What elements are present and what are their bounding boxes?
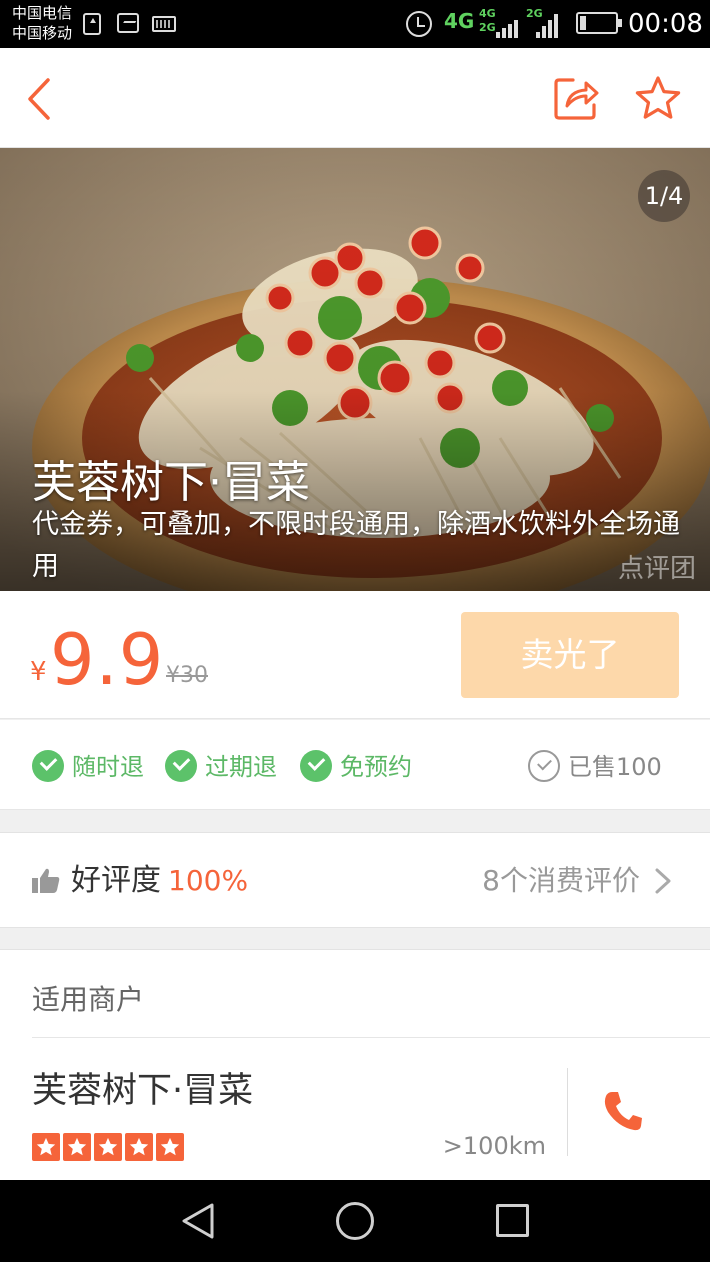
current-price: 9.9 xyxy=(50,619,165,701)
signal-icon-2 xyxy=(536,14,560,38)
check-circle-icon xyxy=(165,750,197,782)
signal-icon xyxy=(496,14,520,38)
feature-label: 免预约 xyxy=(340,753,412,781)
phone-icon xyxy=(604,1092,642,1131)
watermark: 点评团 xyxy=(617,554,696,584)
nav-recent-apps-icon[interactable] xyxy=(496,1204,529,1237)
carrier-2: 中国移动 xyxy=(12,24,73,42)
chevron-left-icon xyxy=(28,78,50,120)
star-icon xyxy=(156,1133,184,1161)
nav-back-icon[interactable] xyxy=(180,1202,216,1240)
sold-check-icon xyxy=(528,750,560,782)
deal-title: 芙蓉树下·冒菜 xyxy=(32,457,310,508)
section-title: 适用商户 xyxy=(32,983,145,1016)
keyboard-icon xyxy=(152,16,176,32)
vertical-divider xyxy=(567,1068,568,1156)
currency-symbol: ¥ xyxy=(30,657,47,687)
feature-label: 随时退 xyxy=(72,753,144,781)
share-icon xyxy=(554,78,599,120)
divider xyxy=(32,1037,710,1038)
battery-icon xyxy=(576,12,622,34)
top-app-bar xyxy=(0,48,710,148)
merchant-section: 适用商户 芙蓉树下·冒菜 >100km xyxy=(0,949,710,1181)
check-circle-icon xyxy=(300,750,332,782)
reviews-link[interactable]: 8个消费评价 xyxy=(482,861,640,901)
chevron-right-icon xyxy=(655,868,671,894)
deal-description: 代金券，可叠加，不限时段通用，除酒水饮料外全场通用 xyxy=(32,509,680,582)
nav-home-icon[interactable] xyxy=(336,1202,374,1240)
feature-label: 过期退 xyxy=(205,753,277,781)
system-nav-bar xyxy=(0,1180,710,1262)
check-circle-icon xyxy=(32,750,64,782)
share-button[interactable] xyxy=(553,75,599,121)
status-bar: 中国电信 中国移动 4G 4G 2G 2G 00:08 xyxy=(0,0,710,48)
original-price: ¥30 xyxy=(166,663,208,688)
star-icon xyxy=(63,1133,91,1161)
rating-label: 好评度 xyxy=(71,863,161,898)
sold-out-button[interactable]: 卖光了 xyxy=(461,612,679,698)
call-button[interactable] xyxy=(603,1090,643,1132)
deal-hero-image[interactable]: 1/4 芙蓉树下·冒菜 代金券，可叠加，不限时段通用，除酒水饮料外全场通用 点评… xyxy=(0,148,710,591)
rating-row[interactable]: 好评度 100% 8个消费评价 xyxy=(0,832,710,928)
star-icon xyxy=(32,1133,60,1161)
network-type-bottom: 2G xyxy=(479,21,496,34)
sold-count: 已售100 xyxy=(568,753,662,781)
star-icon xyxy=(94,1133,122,1161)
thumbs-up-icon xyxy=(32,868,60,893)
price-row: ¥ 9.9 ¥30 卖光了 xyxy=(0,591,710,719)
image-counter: 1/4 xyxy=(638,170,690,222)
favorite-button[interactable] xyxy=(634,74,682,122)
alarm-icon xyxy=(406,11,432,37)
merchant-distance: >100km xyxy=(442,1132,546,1160)
carrier-info: 中国电信 中国移动 xyxy=(12,3,72,43)
carrier-1: 中国电信 xyxy=(12,4,73,22)
rating-value: 100% xyxy=(168,864,249,897)
deal-features: 随时退 过期退 免预约 已售100 xyxy=(0,720,710,810)
star-icon xyxy=(635,76,681,119)
network-type: 4G xyxy=(444,9,475,33)
merchant-name[interactable]: 芙蓉树下·冒菜 xyxy=(32,1062,253,1113)
clock: 00:08 xyxy=(628,9,703,39)
image-icon xyxy=(117,13,139,33)
network-type-top: 4G xyxy=(479,7,496,20)
star-icon xyxy=(125,1133,153,1161)
upload-icon xyxy=(83,13,101,35)
back-button[interactable] xyxy=(22,76,62,122)
